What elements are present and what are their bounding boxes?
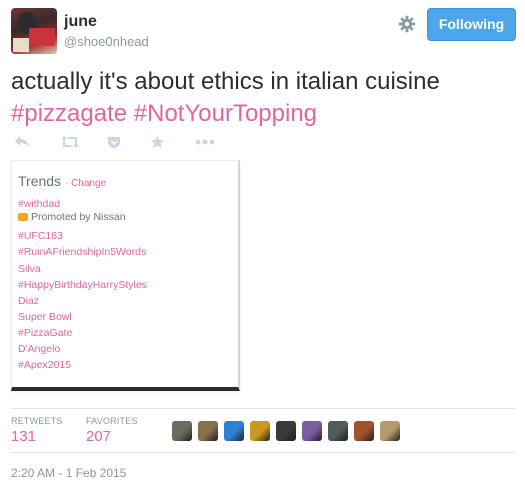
trends-title: Trends	[18, 173, 62, 189]
tweet-image[interactable]: Trends · Change #withdad Promoted by Nis…	[11, 160, 240, 391]
hashtag-link[interactable]: #NotYourTopping	[134, 100, 317, 127]
trend-item: #withdad	[18, 198, 61, 210]
user-handle[interactable]: @shoe0nhead	[64, 34, 149, 49]
hashtag-link[interactable]: #pizzagate	[11, 100, 127, 127]
trend-item: #UFC183	[18, 230, 63, 242]
retweets-label: RETWEETS	[11, 416, 63, 426]
retweets-stat[interactable]: RETWEETS 131	[11, 416, 63, 445]
liker-avatar[interactable]	[224, 421, 244, 441]
tweet-text: actually it's about ethics in italian cu…	[11, 66, 516, 130]
favorites-stat[interactable]: FAVORITES 207	[86, 416, 138, 445]
divider	[11, 452, 516, 453]
tweet-body: actually it's about ethics in italian cu…	[11, 68, 440, 95]
trends-header: Trends · Change	[18, 173, 107, 189]
liker-avatar[interactable]	[354, 421, 374, 441]
divider	[11, 408, 516, 409]
trends-change-link: Change	[71, 178, 107, 189]
more-icon[interactable]	[195, 139, 215, 155]
liker-avatar[interactable]	[302, 421, 322, 441]
favorites-count: 207	[86, 428, 112, 445]
reply-icon[interactable]	[14, 135, 30, 151]
trend-promoted: Promoted by Nissan	[18, 211, 126, 223]
avatar[interactable]	[11, 8, 57, 54]
retweets-count: 131	[11, 428, 37, 445]
promoted-icon	[18, 213, 28, 222]
liker-avatar[interactable]	[172, 421, 192, 441]
trend-item: #Apex2015	[18, 359, 72, 371]
gear-icon[interactable]	[398, 15, 416, 33]
trend-item: #HappyBirthdayHarryStyles	[18, 279, 147, 291]
retweet-icon[interactable]	[60, 135, 80, 151]
trend-item: #PizzaGate	[18, 327, 73, 339]
tweet-timestamp[interactable]: 2:20 AM - 1 Feb 2015	[11, 466, 126, 480]
trend-item: D'Angelo	[18, 343, 61, 355]
favorite-icon[interactable]	[107, 135, 121, 151]
star-icon[interactable]	[150, 135, 165, 151]
trend-item: Silva	[18, 263, 41, 275]
following-button[interactable]: Following	[427, 8, 516, 41]
liker-avatar[interactable]	[380, 421, 400, 441]
liker-avatar[interactable]	[198, 421, 218, 441]
trend-item: Super Bowl	[18, 311, 72, 323]
display-name[interactable]: june	[64, 13, 97, 31]
trend-item: #RuinAFriendshipIn5Words	[18, 246, 147, 258]
liker-avatar[interactable]	[250, 421, 270, 441]
trend-item: Diaz	[18, 295, 40, 307]
favorites-label: FAVORITES	[86, 416, 138, 426]
liker-avatar[interactable]	[276, 421, 296, 441]
liker-avatar[interactable]	[328, 421, 348, 441]
